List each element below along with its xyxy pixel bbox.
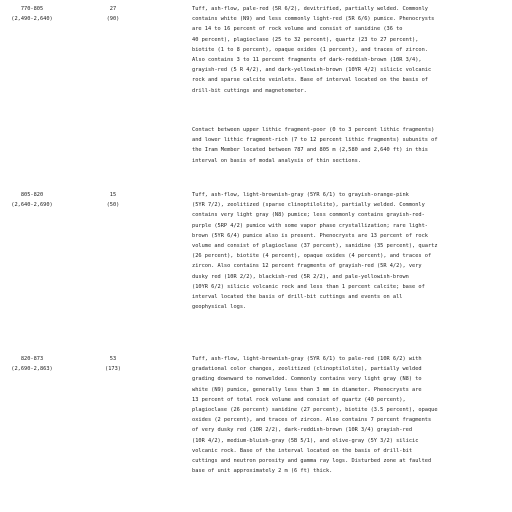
description-line: grading downward to nonwelded. Commonly … [192, 376, 422, 383]
thickness-column: 15 (50) [98, 190, 128, 210]
description-line: zircon. Also contains 12 percent fragmen… [192, 263, 422, 270]
description-line: grayish-red (5 R 4/2), and dark-yellowis… [192, 67, 432, 74]
depth-feet: 820-873 [20, 356, 44, 362]
description-line: interval located the basis of drill-bit … [192, 294, 403, 301]
description-line: oxides (2 percent), and traces of zircon… [192, 417, 432, 424]
depth-column: 805-820 (2,640-2,690) [2, 190, 62, 210]
description-line: drill-bit cuttings and magnetometer. [192, 87, 307, 94]
contact-line: the Iram Member located between 787 and … [192, 147, 428, 154]
depth-column: 820-873 (2,690-2,863) [2, 354, 62, 374]
description-line: are 14 to 16 percent of rock volume and … [192, 26, 403, 33]
description-line: (5YR 7/2), zeolitized (sparse clinoptilo… [192, 202, 425, 209]
description-line: white (N9) pumice, generally less than 3… [192, 386, 422, 393]
description-line: purple (5RP 4/2) pumice with some vapor … [192, 222, 428, 229]
contact-line: Contact between upper lithic fragment-po… [192, 127, 435, 133]
description-line: Tuff, ash-flow, pale-red (5R 6/2), devit… [192, 6, 428, 12]
description-line: rock and sparse calcite veinlets. Base o… [192, 77, 428, 84]
description-line: Also contains 3 to 11 percent fragments … [192, 57, 422, 64]
depth-meters: (2,490-2,640) [11, 16, 53, 23]
thickness-column: 27 (90) [98, 4, 128, 24]
description-line: 13 percent of total rock volume and cons… [192, 396, 406, 403]
description-line: (10R 4/2), medium-bluish-gray (5B 5/1), … [192, 437, 419, 444]
description-line: 40 percent), plagioclase (25 to 32 perce… [192, 36, 419, 43]
depth-column: 770-805 (2,490-2,640) [2, 4, 62, 24]
depth-feet: 770-805 [20, 6, 44, 12]
description-line: Tuff, ash-flow, light-brownish-gray (5YR… [192, 356, 422, 362]
contact-line: and lower lithic fragment-rich (7 to 12 … [192, 137, 438, 144]
lithology-description: Tuff, ash-flow, light-brownish-gray (5YR… [192, 354, 508, 476]
thickness-feet: 27 [109, 6, 117, 12]
description-line: gradational color changes, zeolitized (c… [192, 366, 422, 373]
depth-feet: 805-820 [20, 192, 44, 198]
description-line: geophysical logs. [192, 304, 247, 311]
lithology-description: Tuff, ash-flow, pale-red (5R 6/2), devit… [192, 4, 508, 96]
description-line: biotite (1 to 8 percent), opaque oxides … [192, 46, 428, 53]
description-line: volume and consist of plagioclase (37 pe… [192, 243, 438, 250]
thickness-meters: (90) [106, 16, 120, 23]
document-page: 770-805 (2,490-2,640) 27 (90) Tuff, ash-… [0, 0, 512, 512]
description-line: (10YR 6/2) silicic volcanic rock and les… [192, 283, 425, 290]
description-line: dusky red (10R 2/2), blackish-red (5R 2/… [192, 273, 409, 280]
lithology-description: Tuff, ash-flow, light-brownish-gray (5YR… [192, 190, 508, 312]
description-line: (26 percent), biotite (4 percent), opaqu… [192, 253, 432, 260]
description-line: cuttings and neutron porosity and gamma … [192, 458, 432, 465]
description-line: volcanic rock. Base of the interval loca… [192, 447, 413, 454]
description-line: contains white (N9) and less commonly li… [192, 16, 435, 23]
description-line: brown (5YR 6/4) pumice also is present. … [192, 232, 428, 239]
thickness-column: 53 (173) [98, 354, 128, 374]
description-line: plagioclase (26 percent) sanidine (27 pe… [192, 407, 438, 414]
thickness-feet: 15 [109, 192, 117, 198]
description-line: Tuff, ash-flow, light-brownish-gray (5YR… [192, 192, 409, 198]
description-line: base of unit approximately 2 m (6 ft) th… [192, 468, 333, 475]
contact-note: Contact between upper lithic fragment-po… [192, 125, 508, 166]
thickness-feet: 53 [109, 356, 117, 362]
thickness-meters: (173) [105, 366, 121, 373]
description-line: contains very light gray (N8) pumice; le… [192, 212, 425, 219]
contact-line: interval on basis of modal analysis of t… [192, 157, 362, 164]
thickness-meters: (50) [106, 202, 120, 209]
description-line: of very dusky red (10R 2/2), dark-reddis… [192, 427, 413, 434]
depth-meters: (2,640-2,690) [11, 202, 53, 209]
depth-meters: (2,690-2,863) [11, 366, 53, 373]
